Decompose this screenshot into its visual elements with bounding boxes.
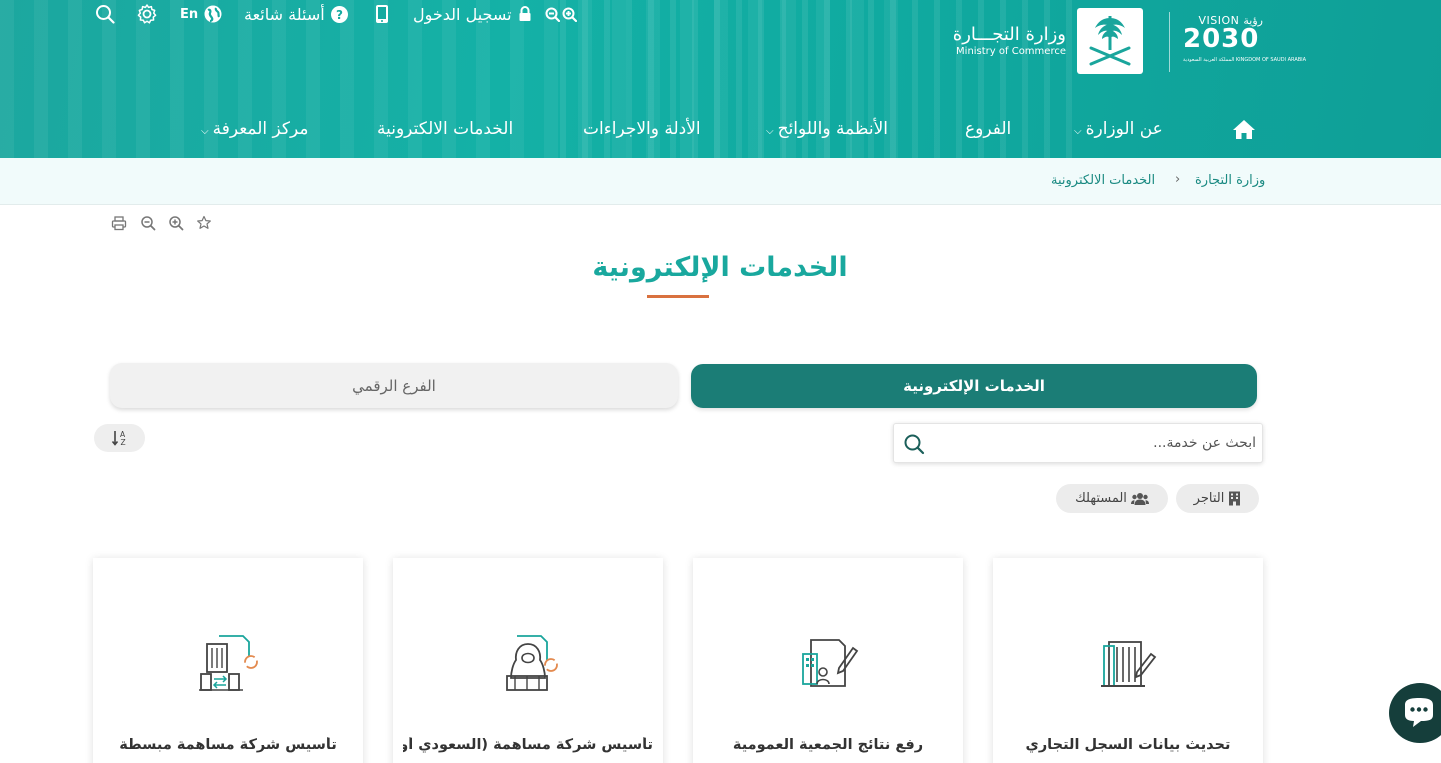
home-icon <box>1233 119 1255 139</box>
service-card-title: تحديث بيانات السجل التجاري <box>1025 737 1231 753</box>
tab-digital-branch[interactable]: الفرع الرقمي <box>110 363 678 408</box>
chevron-right-icon: › <box>1175 172 1181 187</box>
nav-knowledge-label: مركز المعرفة <box>212 119 309 139</box>
chevron-down-icon: ⌵ <box>201 125 209 137</box>
chat-button[interactable] <box>1389 683 1441 743</box>
faq-label: أسئلة شائعة <box>244 4 325 24</box>
settings-button[interactable] <box>136 0 158 28</box>
ministry-name-en: Ministry of Commerce <box>956 46 1066 57</box>
zoom-out-icon[interactable] <box>140 215 156 231</box>
mobile-app-link[interactable] <box>375 0 389 28</box>
breadcrumb-current: الخدمات الالكترونية <box>1051 173 1156 188</box>
svg-text:Z: Z <box>120 438 125 447</box>
breadcrumb-home[interactable]: وزارة التجارة <box>1195 173 1265 188</box>
service-card-title: رفع نتائج الجمعية العمومية <box>732 737 924 753</box>
nav-guides-label: الأدلة والاجراءات <box>583 119 701 139</box>
globe-icon <box>204 5 222 23</box>
svg-text:?: ? <box>336 8 343 22</box>
language-switch[interactable]: En <box>180 0 222 28</box>
nav-about[interactable]: عن الوزارة ⌵ <box>1074 118 1163 140</box>
service-search <box>893 423 1263 463</box>
nav-eservices-label: الخدمات الالكترونية <box>377 119 514 139</box>
nav-about-label: عن الوزارة <box>1085 119 1163 139</box>
nav-regulations-label: الأنظمة واللوائح <box>777 119 888 139</box>
service-card-title: تأسيس شركة مساهمة مبسطة <box>119 737 337 753</box>
service-card-title: تأسيس شركة مساهمة (السعودي أو <box>403 737 653 753</box>
title-underline <box>647 295 709 298</box>
filter-merchant[interactable]: التاجر <box>1176 484 1259 513</box>
building-edit-icon <box>1101 641 1157 687</box>
mobile-phone-icon <box>376 5 388 23</box>
language-label: En <box>180 6 199 22</box>
site-header: En أسئلة شائعة ? تسجيل الدخول وزارة التج… <box>0 0 1441 158</box>
saudi-emblem-icon <box>1077 8 1143 74</box>
search-button[interactable] <box>95 0 115 28</box>
users-icon <box>1130 492 1149 505</box>
page-title: الخدمات الإلكترونية <box>592 252 848 283</box>
vision-kingdom: المملكة العربية السعودية KINGDOM OF SAUD… <box>1183 57 1307 63</box>
buildings-refresh-icon <box>199 635 258 691</box>
search-icon <box>96 5 115 24</box>
service-card[interactable]: تحديث بيانات السجل التجاري <box>993 558 1263 763</box>
lock-icon <box>519 6 531 21</box>
font-size-controls <box>545 0 577 28</box>
nav-knowledge-center[interactable]: مركز المعرفة ⌵ <box>201 118 309 140</box>
tab-eservices[interactable]: الخدمات الإلكترونية <box>691 364 1257 408</box>
chevron-down-icon: ⌵ <box>766 125 774 137</box>
sort-az-button[interactable]: A Z <box>94 424 145 452</box>
service-card[interactable]: رفع نتائج الجمعية العمومية <box>693 558 963 763</box>
chat-icon <box>1405 698 1433 727</box>
nav-branches-label: الفروع <box>965 119 1012 139</box>
nav-home[interactable] <box>1232 118 1256 140</box>
zoom-out-icon[interactable] <box>545 7 560 22</box>
vision-year: 2030 <box>1183 24 1260 54</box>
person-refresh-icon <box>506 635 558 691</box>
ministry-name-ar: وزارة التجـــارة <box>952 24 1066 45</box>
building-icon <box>1229 491 1241 506</box>
filter-merchant-label: التاجر <box>1193 491 1225 506</box>
zoom-in-icon[interactable] <box>562 7 577 22</box>
filter-consumer[interactable]: المستهلك <box>1056 484 1168 513</box>
service-card[interactable]: تأسيس شركة مساهمة (السعودي أو <box>393 558 663 763</box>
nav-eservices[interactable]: الخدمات الالكترونية <box>377 118 513 140</box>
faq-link[interactable]: أسئلة شائعة ? <box>244 0 348 28</box>
favorite-star-icon[interactable] <box>196 215 212 231</box>
vision-2030-logo: VISION رؤية 2030 المملكة العربية السعودي… <box>1183 14 1306 70</box>
question-circle-icon: ? <box>330 5 348 23</box>
filter-consumer-label: المستهلك <box>1075 491 1127 506</box>
search-input[interactable] <box>934 424 1256 462</box>
gear-icon <box>137 4 157 24</box>
print-icon[interactable] <box>111 215 127 231</box>
search-icon[interactable] <box>903 433 925 455</box>
nav-regulations[interactable]: الأنظمة واللوائح ⌵ <box>766 118 888 140</box>
sort-alpha-icon: A Z <box>111 430 126 447</box>
logo-divider <box>1169 12 1170 72</box>
nav-branches[interactable]: الفروع <box>965 118 1011 140</box>
zoom-in-icon[interactable] <box>168 215 184 231</box>
ministry-logo[interactable]: وزارة التجـــارة Ministry of Commerce <box>952 8 1147 74</box>
login-label: تسجيل الدخول <box>413 4 512 24</box>
chevron-down-icon: ⌵ <box>1074 125 1082 137</box>
nav-guides[interactable]: الأدلة والاجراءات <box>583 118 701 140</box>
document-edit-icon <box>802 639 859 687</box>
service-card[interactable]: تأسيس شركة مساهمة مبسطة <box>93 558 363 763</box>
login-link[interactable]: تسجيل الدخول <box>413 0 532 28</box>
